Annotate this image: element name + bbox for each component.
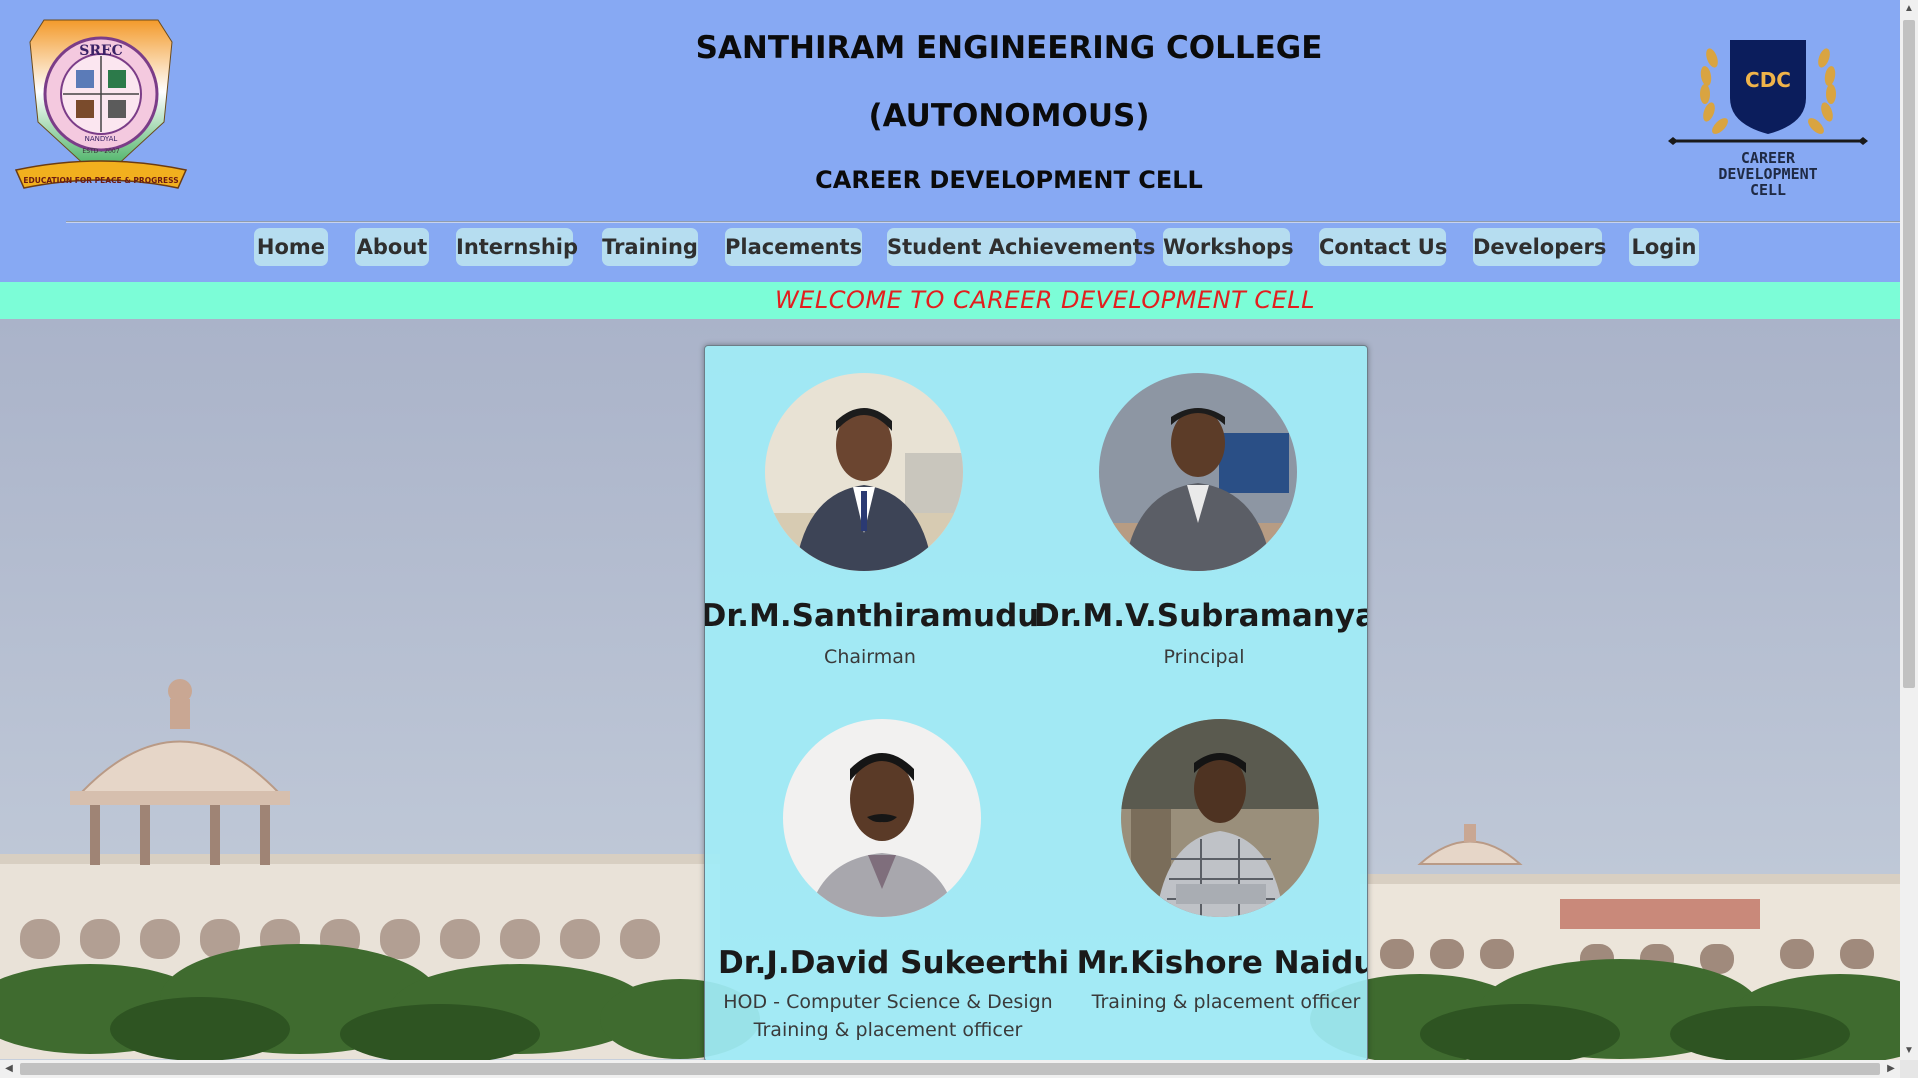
person-role: Training & placement officer — [1091, 991, 1361, 1013]
person-role: Principal — [1163, 646, 1245, 668]
nav-internship[interactable]: Internship — [456, 228, 578, 266]
person-role-secondary: Training & placement officer — [753, 1019, 1023, 1041]
leadership-card: Dr.M.Santhiramudu Chairman Dr.M.V.Subram… — [704, 345, 1368, 1062]
person-name: Dr.M.Santhiramudu — [704, 598, 1040, 634]
nav-login[interactable]: Login — [1629, 228, 1699, 266]
horizontal-scroll-thumb[interactable] — [20, 1063, 1880, 1075]
header-divider — [66, 221, 1900, 223]
nav-placements[interactable]: Placements — [725, 228, 862, 266]
person-name: Dr.M.V.Subramanyam — [1034, 598, 1367, 634]
main-nav: Home About Internship Training Placement… — [0, 228, 1900, 268]
welcome-text: WELCOME TO CAREER DEVELOPMENT CELL — [774, 286, 1316, 314]
person-name: Dr.J.David Sukeerthi — [718, 945, 1070, 981]
nav-home[interactable]: Home — [254, 228, 328, 266]
principal-photo — [1099, 373, 1297, 571]
nav-student-achievements[interactable]: Student Achievements — [887, 228, 1155, 266]
scrollbar-corner — [1900, 1060, 1918, 1078]
hod-photo — [783, 719, 981, 917]
cell-title: CAREER DEVELOPMENT CELL — [815, 166, 1203, 194]
scroll-down-icon[interactable]: ▼ — [1900, 1042, 1918, 1060]
cdc-badge-text: CDC — [1745, 68, 1791, 92]
person-role: Chairman — [824, 646, 916, 668]
scroll-left-icon[interactable]: ◀ — [0, 1060, 18, 1078]
logo-estd-text: ESTD - 2007 — [82, 148, 119, 155]
scroll-up-icon[interactable]: ▲ — [1900, 0, 1918, 18]
welcome-marquee: WELCOME TO CAREER DEVELOPMENT CELL — [0, 282, 1900, 319]
nav-workshops[interactable]: Workshops — [1163, 228, 1294, 266]
logo-place-text: NANDYAL — [85, 135, 118, 143]
chairman-photo — [765, 373, 963, 571]
site-header: SREC NANDYAL ESTD - 2007 EDUCATION FOR P… — [0, 0, 1900, 282]
scroll-right-icon[interactable]: ▶ — [1882, 1060, 1900, 1078]
person-role: HOD - Computer Science & Design — [723, 991, 1053, 1013]
autonomous-label: (AUTONOMOUS) — [868, 98, 1150, 134]
nav-developers[interactable]: Developers — [1473, 228, 1606, 266]
person-name: Mr.Kishore Naidu — [1076, 945, 1368, 981]
cdc-line3: CELL — [1750, 181, 1786, 199]
nav-training[interactable]: Training — [602, 228, 698, 266]
vertical-scroll-thumb[interactable] — [1903, 20, 1915, 688]
college-title: SANTHIRAM ENGINEERING COLLEGE — [695, 30, 1323, 66]
nav-about[interactable]: About — [355, 228, 429, 266]
cdc-logo: CDC CAREER DEVELOPMENT CELL — [1668, 40, 1868, 199]
tpo-photo — [1121, 719, 1319, 917]
nav-contact-us[interactable]: Contact Us — [1319, 228, 1447, 266]
